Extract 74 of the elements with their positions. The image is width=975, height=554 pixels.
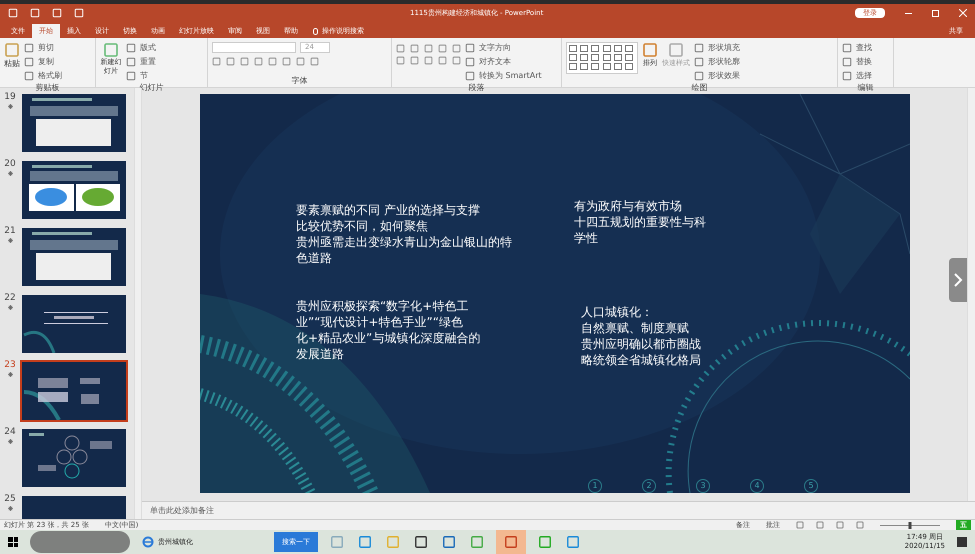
star-icon bbox=[8, 171, 12, 176]
slide-thumbnail[interactable] bbox=[20, 360, 128, 422]
slide-text: 业”“现代设计+特色手业”“绿色 bbox=[296, 314, 464, 330]
close-icon[interactable] bbox=[959, 9, 967, 17]
slide-thumbnail[interactable] bbox=[20, 293, 128, 355]
ribbon-item[interactable]: 形状轮廓 bbox=[694, 56, 740, 68]
group-title: 绘图 bbox=[690, 82, 708, 94]
slide-text: 有为政府与有效市场 bbox=[574, 198, 683, 214]
ribbon-item[interactable]: 对齐文本 bbox=[465, 56, 542, 68]
font-name-field[interactable] bbox=[212, 42, 296, 53]
slide-thumbnail[interactable] bbox=[20, 427, 128, 489]
star-icon bbox=[8, 439, 12, 444]
step-number: 5 bbox=[804, 479, 818, 493]
step-number: 1 bbox=[588, 479, 602, 493]
paste-button[interactable]: 粘贴 bbox=[4, 42, 20, 70]
ribbon-item[interactable]: 复制 bbox=[24, 56, 62, 68]
step-number: 3 bbox=[696, 479, 710, 493]
windows-icon[interactable] bbox=[8, 537, 18, 547]
slide-text: 人口城镇化： bbox=[581, 304, 654, 320]
slide-text: 略统领全省城镇化格局 bbox=[581, 352, 701, 368]
slide-thumbnail[interactable] bbox=[20, 226, 128, 288]
ribbon-item[interactable]: 形状效果 bbox=[694, 70, 740, 82]
chevron-right-icon bbox=[953, 273, 963, 287]
step-number: 4 bbox=[750, 479, 764, 493]
browser-icon bbox=[142, 536, 154, 548]
slide-text: 贵州应明确以都市圈战 bbox=[581, 336, 701, 352]
minimize-icon[interactable] bbox=[905, 12, 912, 14]
ribbon-item[interactable]: 文字方向 bbox=[465, 42, 542, 54]
slide-text: 贵州应积极探索“数字化+特色工 bbox=[296, 298, 470, 314]
ribbon-item[interactable]: 替换 bbox=[842, 56, 872, 68]
slide-text: 十四五规划的重要性与科 bbox=[574, 214, 706, 230]
group-title: 字体 bbox=[290, 75, 308, 87]
step-number: 2 bbox=[642, 479, 656, 493]
powerpoint-task[interactable] bbox=[496, 530, 526, 554]
slide-number: 22 bbox=[4, 293, 16, 303]
slide-number: 25 bbox=[4, 494, 16, 504]
ribbon-item[interactable]: 节 bbox=[126, 70, 156, 82]
slide-text: 贵州亟需走出变绿水青山为金山银山的特 bbox=[296, 234, 512, 250]
restore-icon[interactable] bbox=[932, 10, 939, 16]
slide-number: 24 bbox=[4, 427, 16, 437]
star-icon bbox=[8, 372, 12, 377]
slide-text: 发展道路 bbox=[296, 346, 345, 362]
slide-text: 自然禀赋、制度禀赋 bbox=[581, 320, 690, 336]
slide-text: 比较优势不同，如何聚焦 bbox=[296, 218, 429, 234]
slide-thumbnail[interactable] bbox=[20, 92, 128, 154]
slide-thumbnail[interactable] bbox=[20, 159, 128, 221]
shapes-gallery[interactable] bbox=[566, 42, 638, 74]
ribbon-item[interactable]: 查找 bbox=[842, 42, 872, 54]
star-icon bbox=[8, 506, 12, 511]
slide-text: 要素禀赋的不同 产业的选择与支撑 bbox=[296, 202, 481, 218]
next-slide-button[interactable] bbox=[949, 258, 967, 302]
ribbon-item[interactable]: 转换为 SmartArt bbox=[465, 70, 542, 82]
ribbon-item[interactable]: 选择 bbox=[842, 70, 872, 82]
slide-number: 21 bbox=[4, 226, 16, 236]
ribbon-item[interactable]: 重置 bbox=[126, 56, 156, 68]
slide-text: 化+精品农业”与城镇化深度融合的 bbox=[296, 330, 480, 346]
slide-text: 学性 bbox=[574, 230, 599, 246]
group-title: 剪贴板 bbox=[34, 82, 60, 94]
slide-number: 23 bbox=[4, 360, 16, 370]
notes-pane[interactable]: 单击此处添加备注 bbox=[142, 501, 975, 519]
group-title: 编辑 bbox=[856, 82, 874, 94]
ribbon-item[interactable]: 剪切 bbox=[24, 42, 62, 54]
star-icon bbox=[8, 104, 12, 109]
slide-number: 19 bbox=[4, 92, 16, 102]
slide-number: 20 bbox=[4, 159, 16, 169]
zoom-slider-thumb[interactable] bbox=[908, 522, 912, 528]
group-title: 段落 bbox=[468, 82, 486, 94]
star-icon bbox=[8, 238, 12, 243]
scrollbar[interactable] bbox=[967, 88, 975, 501]
star-icon bbox=[8, 305, 12, 310]
ribbon-item[interactable]: 版式 bbox=[126, 42, 156, 54]
ribbon-item[interactable]: 形状填充 bbox=[694, 42, 740, 54]
ribbon-item[interactable]: 格式刷 bbox=[24, 70, 62, 82]
slide-text: 色道路 bbox=[296, 250, 333, 266]
